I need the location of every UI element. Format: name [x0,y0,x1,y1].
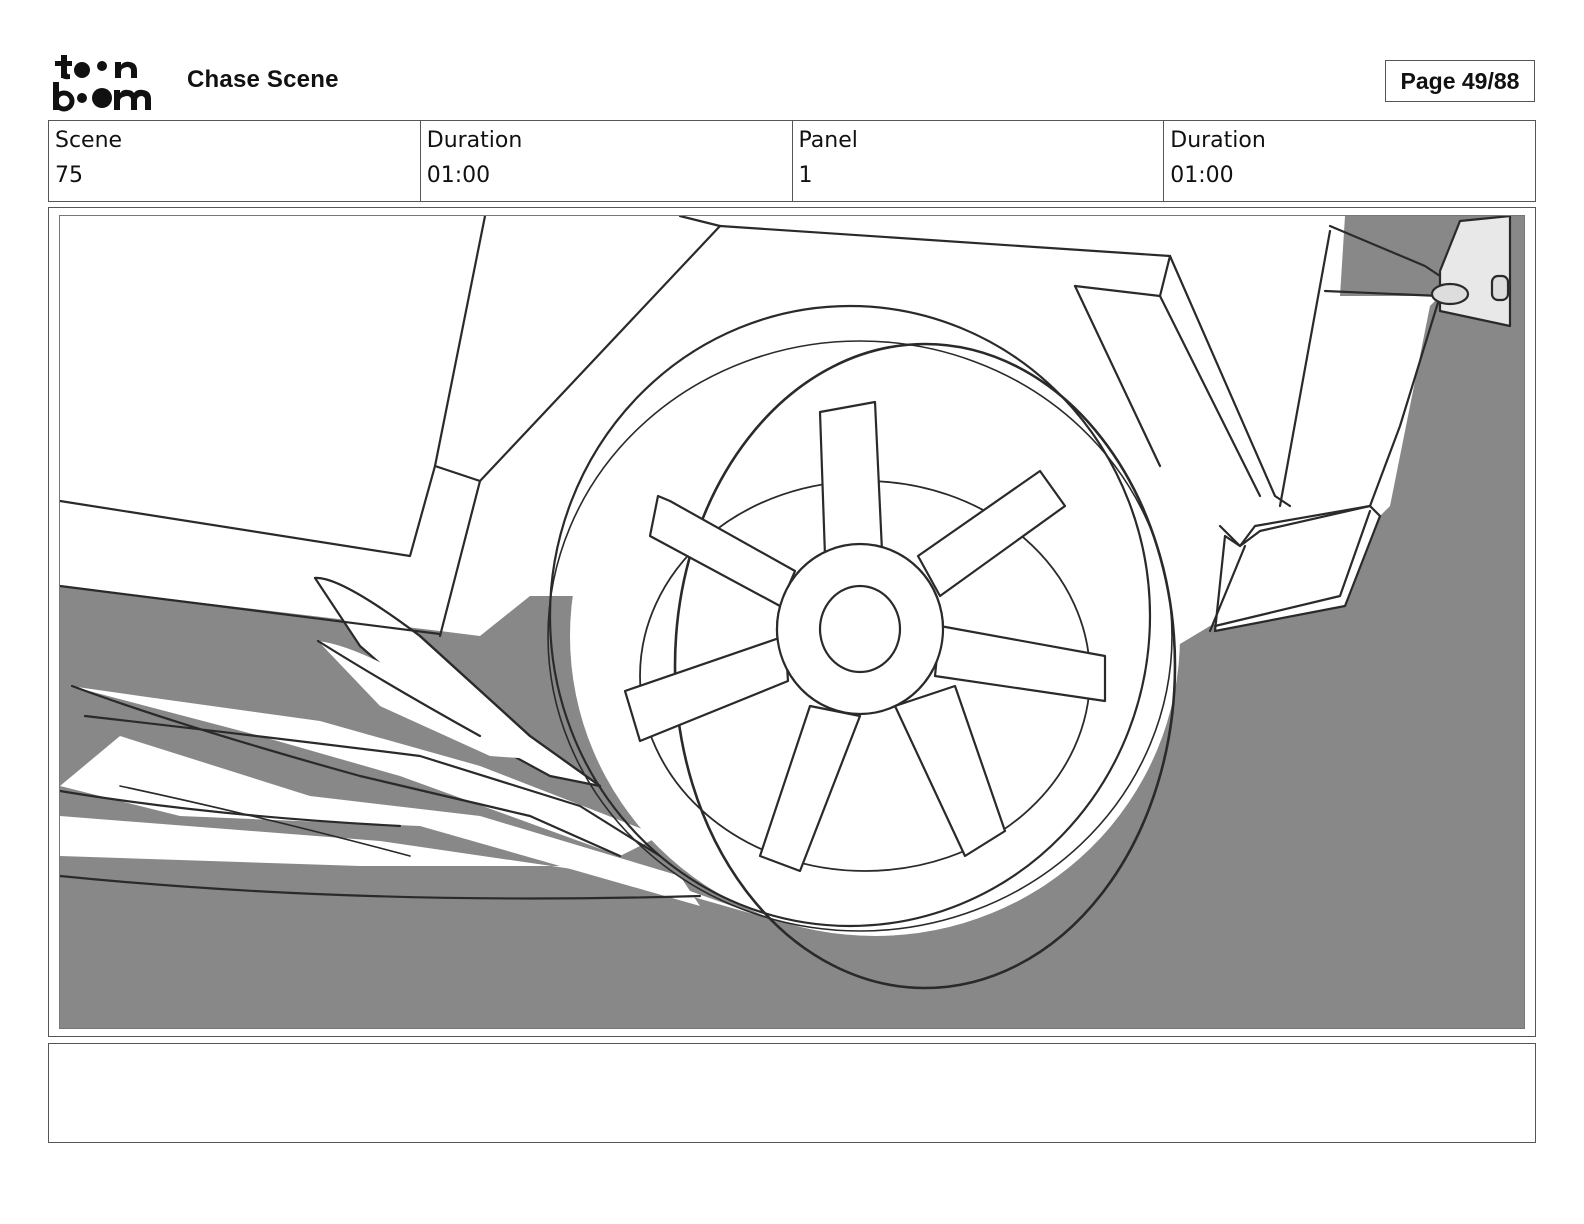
scene-duration-value: 01:00 [426,163,491,188]
scene-info-table: Scene 75 Duration 01:00 Panel 1 Duration… [48,120,1536,202]
page-indicator: Page 49/88 [1385,60,1535,102]
panel-cell: Panel 1 [791,121,1164,201]
scene-duration-label: Duration [426,128,523,153]
panel-duration-cell: Duration 01:00 [1163,121,1535,201]
panel-label: Panel [798,128,858,153]
scene-label: Scene [55,128,123,153]
scene-duration-cell: Duration 01:00 [419,121,792,201]
toon-boom-logo [52,52,164,112]
wheel-sketch-illustration [60,216,1512,990]
panel-duration-value: 01:00 [1170,163,1234,188]
scene-cell: Scene 75 [49,121,420,201]
scene-value: 75 [55,163,83,188]
panel-notes-box[interactable] [48,1043,1536,1143]
panel-image [59,215,1525,1029]
toon-boom-logo-mark [53,55,151,112]
document-title: Chase Scene [187,66,339,93]
panel-value: 1 [798,163,813,188]
panel-duration-label: Duration [1170,128,1266,153]
